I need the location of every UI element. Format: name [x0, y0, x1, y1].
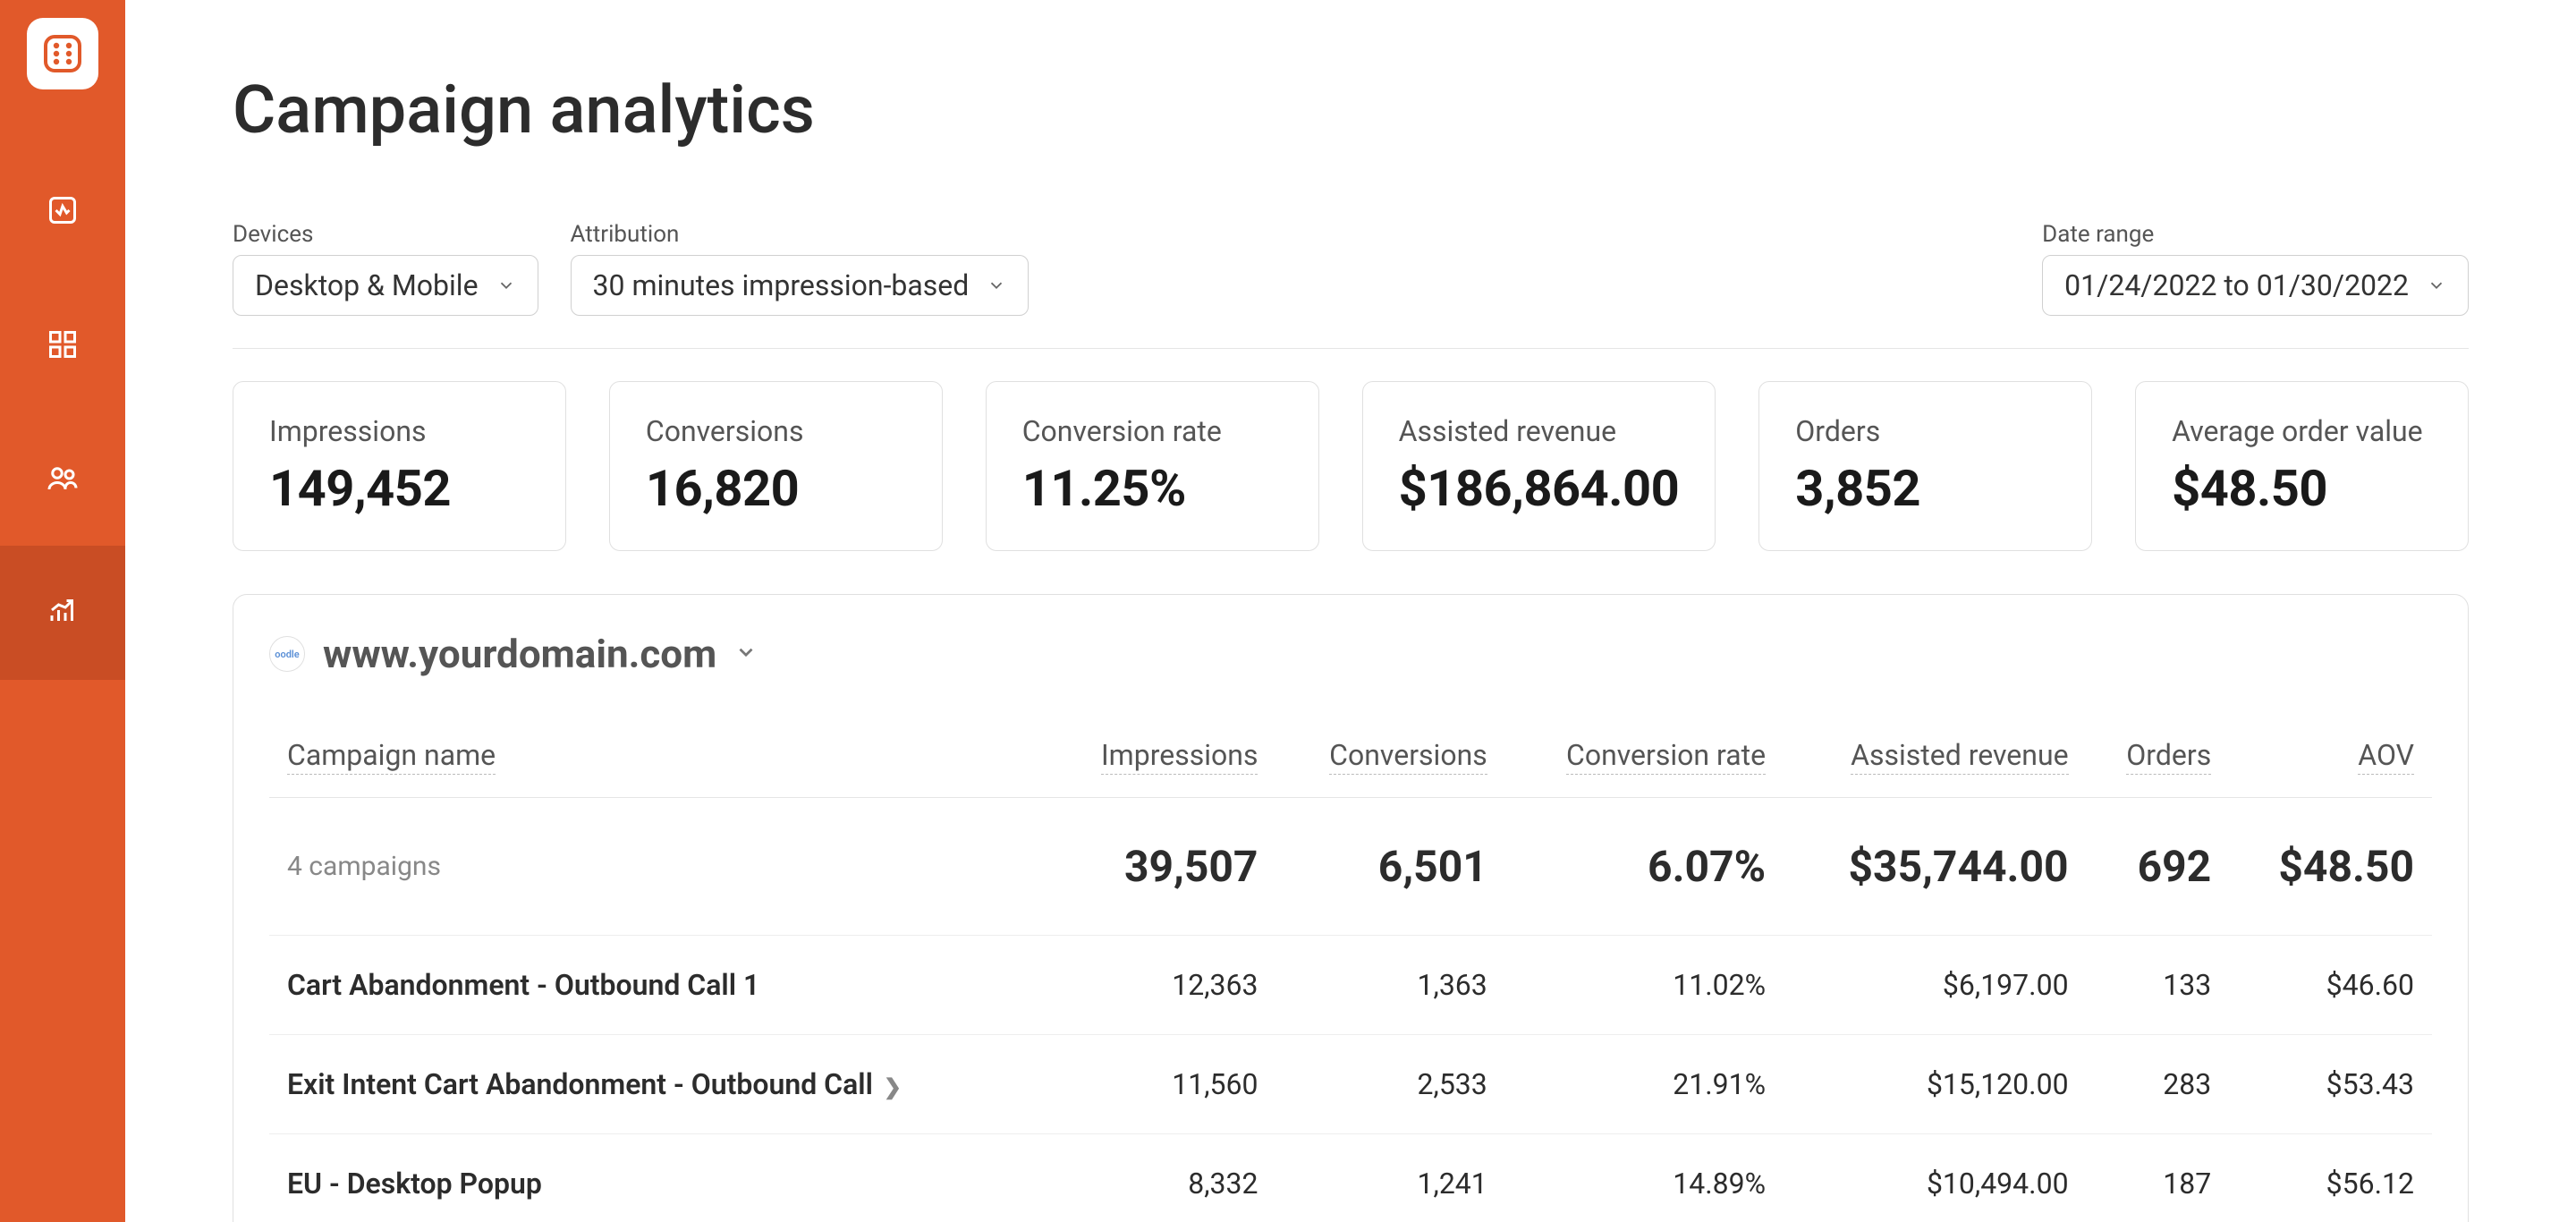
metric-value: 11.25% [1022, 459, 1283, 518]
cell-campaign-name: Exit Intent Cart Abandonment - Outbound … [269, 1035, 1047, 1134]
sidebar-item-users[interactable] [0, 412, 125, 546]
chevron-down-icon [734, 641, 758, 667]
campaigns-panel: oodle www.yourdomain.com Campaign name I… [233, 594, 2469, 1222]
chevron-down-icon [496, 268, 516, 302]
metric-label: Assisted revenue [1399, 414, 1680, 448]
cell-conversions: 2,533 [1275, 1035, 1504, 1134]
grid-icon [47, 328, 79, 361]
metric-value: 149,452 [269, 459, 530, 518]
attribution-label: Attribution [571, 221, 1030, 248]
metric-label: Orders [1795, 414, 2055, 448]
cell-impressions: 11,560 [1047, 1035, 1275, 1134]
chevron-down-icon [2427, 268, 2446, 302]
filter-devices: Devices Desktop & Mobile [233, 221, 538, 316]
date-range-select[interactable]: 01/24/2022 to 01/30/2022 [2042, 255, 2469, 316]
main-content: Campaign analytics Devices Desktop & Mob… [125, 0, 2576, 1222]
cell-conversions: 1,363 [1275, 936, 1504, 1035]
metric-label: Average order value [2172, 414, 2432, 448]
metric-assisted-revenue: Assisted revenue $186,864.00 [1362, 381, 1716, 551]
cell-aov: $46.60 [2229, 936, 2432, 1035]
dice-icon [40, 31, 85, 76]
summary-conversions: 6,501 [1275, 798, 1504, 936]
chart-arrow-icon [47, 597, 79, 629]
filter-attribution: Attribution 30 minutes impression-based [571, 221, 1030, 316]
metric-label: Impressions [269, 414, 530, 448]
summary-impressions: 39,507 [1047, 798, 1275, 936]
metric-label: Conversions [646, 414, 906, 448]
cell-conversion-rate: 21.91% [1505, 1035, 1784, 1134]
chevron-right-icon: ❯ [884, 1074, 902, 1099]
col-assisted-revenue[interactable]: Assisted revenue [1784, 720, 2086, 798]
cell-impressions: 8,332 [1047, 1134, 1275, 1222]
col-conversions[interactable]: Conversions [1275, 720, 1504, 798]
col-aov[interactable]: AOV [2229, 720, 2432, 798]
cell-conversion-rate: 11.02% [1505, 936, 1784, 1035]
date-range-label: Date range [2042, 221, 2469, 248]
domain-name: www.yourdomain.com [323, 631, 716, 677]
sidebar-item-analytics[interactable] [0, 546, 125, 680]
summary-aov: $48.50 [2229, 798, 2432, 936]
cell-campaign-name: Cart Abandonment - Outbound Call 1 [269, 936, 1047, 1035]
table-header-row: Campaign name Impressions Conversions Co… [269, 720, 2432, 798]
metric-label: Conversion rate [1022, 414, 1283, 448]
filters-row: Devices Desktop & Mobile Attribution 30 … [233, 221, 2469, 349]
col-orders[interactable]: Orders [2087, 720, 2230, 798]
cell-orders: 187 [2087, 1134, 2230, 1222]
date-range-value: 01/24/2022 to 01/30/2022 [2064, 268, 2409, 302]
metric-value: 16,820 [646, 459, 906, 518]
cell-conversion-rate: 14.89% [1505, 1134, 1784, 1222]
metric-value: 3,852 [1795, 459, 2055, 518]
cell-conversions: 1,241 [1275, 1134, 1504, 1222]
domain-favicon: oodle [269, 636, 305, 672]
metrics-row: Impressions 149,452 Conversions 16,820 C… [233, 381, 2469, 551]
summary-assisted-revenue: $35,744.00 [1784, 798, 2086, 936]
col-impressions[interactable]: Impressions [1047, 720, 1275, 798]
devices-value: Desktop & Mobile [255, 268, 479, 302]
metric-value: $186,864.00 [1399, 459, 1680, 518]
domain-header[interactable]: oodle www.yourdomain.com [269, 631, 2432, 677]
cell-aov: $56.12 [2229, 1134, 2432, 1222]
cell-impressions: 12,363 [1047, 936, 1275, 1035]
devices-select[interactable]: Desktop & Mobile [233, 255, 538, 316]
col-campaign-name[interactable]: Campaign name [269, 720, 1047, 798]
metric-conversion-rate: Conversion rate 11.25% [986, 381, 1319, 551]
metric-conversions: Conversions 16,820 [609, 381, 943, 551]
metric-orders: Orders 3,852 [1758, 381, 2092, 551]
summary-label: 4 campaigns [269, 798, 1047, 936]
table-row[interactable]: Exit Intent Cart Abandonment - Outbound … [269, 1035, 2432, 1134]
table-summary-row: 4 campaigns39,5076,5016.07%$35,744.00692… [269, 798, 2432, 936]
filter-date-range: Date range 01/24/2022 to 01/30/2022 [2042, 221, 2469, 316]
cell-assisted-revenue: $6,197.00 [1784, 936, 2086, 1035]
summary-orders: 692 [2087, 798, 2230, 936]
metric-aov: Average order value $48.50 [2135, 381, 2469, 551]
sidebar-item-dashboard[interactable] [0, 277, 125, 412]
attribution-value: 30 minutes impression-based [593, 268, 970, 302]
table-row[interactable]: Cart Abandonment - Outbound Call 112,363… [269, 936, 2432, 1035]
users-icon [47, 462, 79, 495]
summary-conversion-rate: 6.07% [1505, 798, 1784, 936]
cell-orders: 133 [2087, 936, 2230, 1035]
page-title: Campaign analytics [233, 72, 2469, 149]
brand-logo[interactable] [27, 18, 98, 89]
cell-assisted-revenue: $15,120.00 [1784, 1035, 2086, 1134]
campaigns-table: Campaign name Impressions Conversions Co… [269, 720, 2432, 1222]
cell-assisted-revenue: $10,494.00 [1784, 1134, 2086, 1222]
col-conversion-rate[interactable]: Conversion rate [1505, 720, 1784, 798]
metric-value: $48.50 [2172, 459, 2432, 518]
table-row[interactable]: EU - Desktop Popup8,3321,24114.89%$10,49… [269, 1134, 2432, 1222]
devices-label: Devices [233, 221, 538, 248]
chevron-down-icon [987, 268, 1006, 302]
activity-icon [47, 194, 79, 226]
cell-aov: $53.43 [2229, 1035, 2432, 1134]
cell-campaign-name: EU - Desktop Popup [269, 1134, 1047, 1222]
metric-impressions: Impressions 149,452 [233, 381, 566, 551]
cell-orders: 283 [2087, 1035, 2230, 1134]
sidebar [0, 0, 125, 1222]
attribution-select[interactable]: 30 minutes impression-based [571, 255, 1030, 316]
sidebar-item-activity[interactable] [0, 143, 125, 277]
